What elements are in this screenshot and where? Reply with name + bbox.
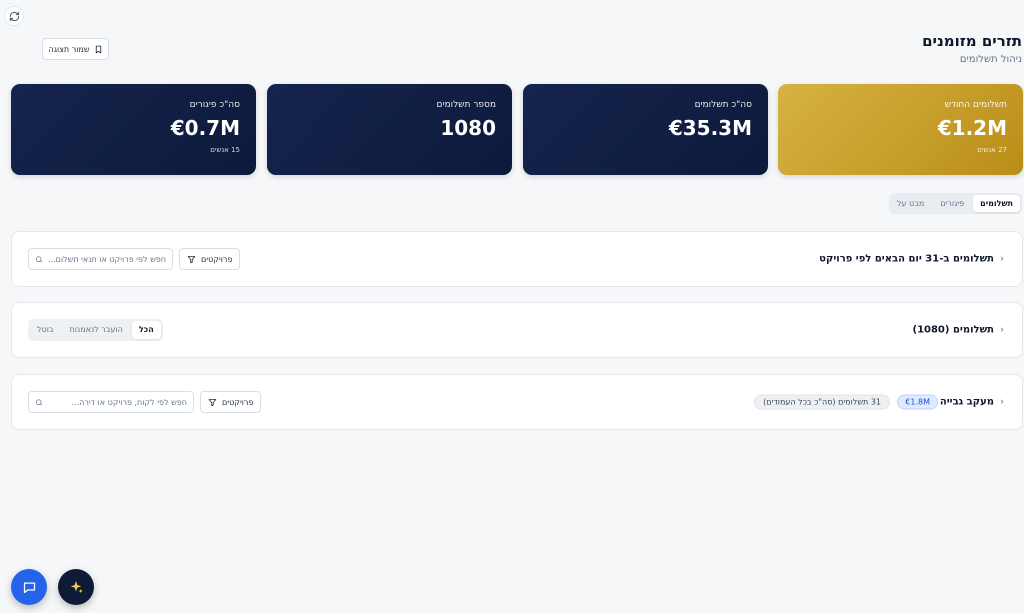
section-title: מעקב גבייה [939,396,994,408]
bookmark-icon [95,45,101,53]
segment-escrow[interactable]: הועבר לנאמנות [63,321,130,339]
card-label: סה"כ פיגורים [189,100,240,110]
filter-label: פרויקטים [201,254,233,264]
chevron-left-icon: ‹ [1000,253,1004,265]
card-value: €0.7M [170,116,240,140]
count-badge: 31 תשלומים (סה"כ בכל העמודים) [754,394,890,410]
search-box [28,248,173,270]
page-title: תזרים מזומנים [922,32,1022,50]
card-label: מספר תשלומים [436,100,496,110]
search-icon [35,255,43,262]
section-header-upcoming[interactable]: ‹ תשלומים ב-31 יום הבאים לפי פרויקט [819,254,1004,265]
section-header-payments[interactable]: ‹ תשלומים (1080) [912,325,1004,336]
section-payments: ‹ תשלומים (1080) הכל הועבר לנאמנות בוטל [11,302,1023,358]
save-view-button[interactable]: שמור תצוגה [42,38,109,60]
section-header-collection[interactable]: ‹ מעקב גבייה [940,397,1004,408]
section-collection-tracking: ‹ מעקב גבייה €1.8M 31 תשלומים (סה"כ בכל … [11,374,1023,430]
refresh-button[interactable] [4,6,24,26]
section-title: תשלומים ב-31 יום הבאים לפי פרויקט [819,253,994,265]
segment-all[interactable]: הכל [131,321,161,339]
card-total-payments[interactable]: סה"כ תשלומים €35.3M [523,84,768,175]
card-value: 1080 [440,116,496,140]
card-value: €1.2M [937,116,1007,140]
card-label: תשלומים החודש [944,100,1007,110]
card-value: €35.3M [668,116,752,140]
save-view-label: שמור תצוגה [48,44,90,54]
search-input[interactable] [48,397,187,407]
section-title: תשלומים (1080) [912,324,994,336]
tab-overview[interactable]: מבט על [890,195,931,212]
card-payment-count[interactable]: מספר תשלומים 1080 [267,84,512,175]
filter-label: פרויקטים [222,397,254,407]
projects-filter-button[interactable]: פרויקטים [200,391,262,413]
search-icon [35,398,43,406]
segment-cancelled[interactable]: בוטל [30,321,61,339]
chat-button[interactable] [11,569,47,605]
ai-assistant-button[interactable] [58,569,94,605]
chevron-left-icon: ‹ [1000,396,1004,408]
projects-filter-button[interactable]: פרויקטים [179,248,241,270]
kpi-cards: תשלומים החודש €1.2M 27 אנשים סה"כ תשלומי… [11,84,1023,175]
card-label: סה"כ תשלומים [694,100,752,110]
chat-icon [23,582,35,593]
filter-icon [208,398,217,406]
search-box [28,391,194,413]
card-total-arrears[interactable]: סה"כ פיגורים €0.7M 15 אנשים [11,84,256,175]
page-subtitle: ניהול תשלומים [959,54,1022,65]
sparkles-icon [70,581,83,593]
tab-payments[interactable]: תשלומים [973,195,1020,212]
view-tabs: תשלומים פיגורים מבט על [889,193,1022,214]
card-subtext: 15 אנשים [210,146,240,154]
card-subtext: 27 אנשים [977,146,1007,154]
tab-arrears[interactable]: פיגורים [933,195,971,212]
search-input[interactable] [48,254,166,264]
amount-badge: €1.8M [897,394,938,410]
filter-icon [187,255,196,263]
chevron-left-icon: ‹ [1000,324,1004,336]
card-monthly-payments[interactable]: תשלומים החודש €1.2M 27 אנשים [778,84,1023,175]
status-segmented-control: הכל הועבר לנאמנות בוטל [28,319,163,341]
refresh-icon [9,11,19,21]
section-upcoming-payments: ‹ תשלומים ב-31 יום הבאים לפי פרויקט פרוי… [11,231,1023,287]
